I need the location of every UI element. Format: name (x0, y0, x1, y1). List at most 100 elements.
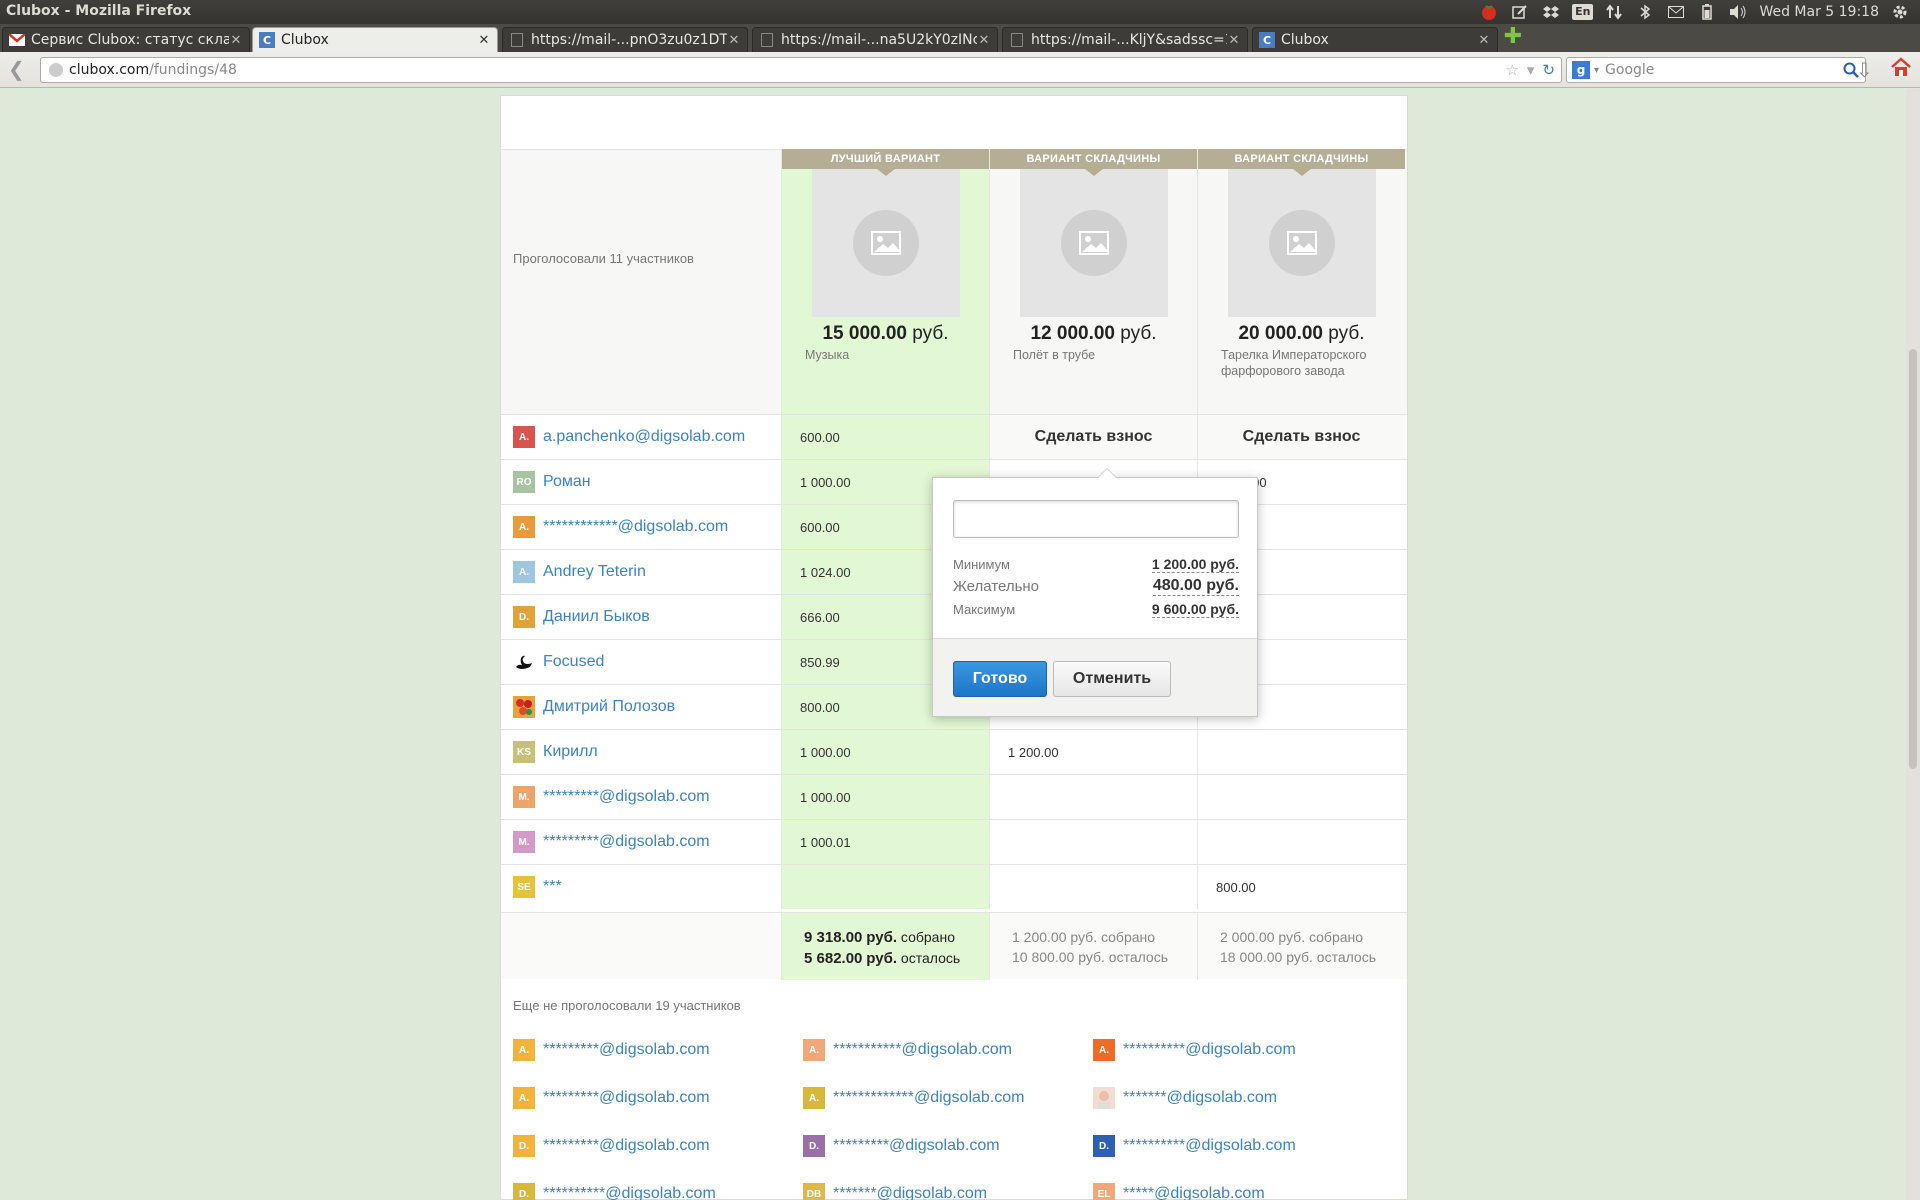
participant-name[interactable]: **********@digsolab.com (543, 1185, 716, 1200)
minimum-value[interactable]: 1 200.00 руб. (1151, 556, 1239, 573)
close-icon[interactable]: ✕ (1227, 33, 1241, 48)
mail-icon[interactable] (1666, 2, 1686, 22)
participant-name[interactable]: Даниил Быков (543, 608, 650, 626)
close-icon[interactable]: ✕ (727, 33, 741, 48)
not-voted-participant[interactable]: A. ***********@digsolab.com (803, 1039, 1012, 1061)
contribution-cell[interactable] (1197, 775, 1405, 819)
participant-name[interactable]: Кирилл (543, 743, 598, 761)
participant-name[interactable]: *********@digsolab.com (543, 833, 710, 851)
contribution-cell[interactable]: 1 000.01 (781, 820, 989, 864)
gear-icon[interactable] (1890, 2, 1910, 22)
option-image (1227, 169, 1376, 317)
contribution-cell[interactable] (1197, 820, 1405, 864)
contribution-cell[interactable] (781, 865, 989, 909)
volume-icon[interactable] (1728, 2, 1748, 22)
preferred-value[interactable]: 480.00 руб. (1152, 577, 1239, 596)
new-tab-button[interactable]: ✚ (1502, 26, 1524, 49)
option-column-3[interactable]: ВАРИАНТ СКЛАДЧИНЫ 20 000.00 руб. Тарелка… (1197, 149, 1405, 414)
google-icon[interactable]: g (1572, 61, 1590, 79)
not-voted-participant[interactable]: A. *********@digsolab.com (513, 1087, 710, 1109)
participant-name[interactable]: *** (543, 878, 562, 896)
network-icon[interactable] (1604, 2, 1624, 22)
maximum-value[interactable]: 9 600.00 руб. (1151, 601, 1239, 618)
site-identity-icon[interactable] (49, 63, 63, 77)
not-voted-participant[interactable]: A. **********@digsolab.com (1093, 1039, 1296, 1061)
download-icon[interactable]: ⇩ (1856, 58, 1873, 82)
clock[interactable]: Wed Mar 5 19:18 (1759, 4, 1879, 20)
dropdown-arrow-icon[interactable]: ▾ (1527, 61, 1535, 79)
participant-name[interactable]: Дмитрий Полозов (543, 698, 675, 716)
avatar: A. (513, 1087, 535, 1109)
bookmark-star-icon[interactable]: ☆ (1505, 61, 1518, 79)
participant-name[interactable]: *******@digsolab.com (833, 1185, 987, 1200)
not-voted-participant[interactable]: D. *********@digsolab.com (803, 1135, 1000, 1157)
tab-mail-1[interactable]: https://mail-...pnO3zu0z1DT8 ✕ (502, 27, 748, 52)
participant-name[interactable]: Andrey Teterin (543, 563, 646, 581)
participant-name[interactable]: Focused (543, 653, 604, 671)
vertical-scrollbar[interactable] (1906, 89, 1920, 1200)
contribution-cell[interactable] (989, 865, 1197, 909)
contribution-cell[interactable] (989, 820, 1197, 864)
contribute-button[interactable]: Сделать взнос (989, 415, 1197, 459)
participant-name[interactable]: *****@digsolab.com (1123, 1185, 1265, 1200)
contribution-cell[interactable]: 600.00 (781, 415, 989, 459)
close-icon[interactable]: ✕ (977, 33, 991, 48)
not-voted-participant[interactable]: D. **********@digsolab.com (1093, 1135, 1296, 1157)
not-voted-participant[interactable]: D. *********@digsolab.com (513, 1135, 710, 1157)
option-image (811, 169, 960, 317)
edit-icon[interactable] (1510, 2, 1530, 22)
chevron-down-icon[interactable]: ▾ (1594, 65, 1599, 76)
contribution-cell[interactable] (989, 775, 1197, 819)
participant-name[interactable]: *********@digsolab.com (833, 1137, 1000, 1155)
participant-name[interactable]: **********@digsolab.com (1123, 1041, 1296, 1059)
participant-name[interactable]: ***********@digsolab.com (833, 1041, 1012, 1059)
bluetooth-icon[interactable] (1635, 2, 1655, 22)
participant-name[interactable]: a.panchenko@digsolab.com (543, 428, 745, 446)
contribution-cell[interactable]: 800.00 (1197, 865, 1405, 909)
close-icon[interactable]: ✕ (477, 33, 491, 48)
close-icon[interactable]: ✕ (229, 33, 243, 48)
close-icon[interactable]: ✕ (1477, 33, 1491, 48)
tab-mail-3[interactable]: https://mail-...KljY&sadssc=1 ✕ (1002, 27, 1248, 52)
participant-name[interactable]: *********@digsolab.com (543, 1137, 710, 1155)
contribution-cell[interactable] (1197, 730, 1405, 774)
participant-name[interactable]: **********@digsolab.com (1123, 1137, 1296, 1155)
cancel-button[interactable]: Отменить (1053, 661, 1171, 697)
participant-name[interactable]: *********@digsolab.com (543, 1041, 710, 1059)
contribution-amount-input[interactable] (953, 500, 1239, 538)
participant-name[interactable]: *******@digsolab.com (1123, 1089, 1277, 1107)
tab-clubox-2[interactable]: C Clubox ✕ (1252, 27, 1498, 52)
contribution-cell[interactable]: 1 200.00 (989, 730, 1197, 774)
tomato-icon[interactable] (1479, 2, 1499, 22)
option-column-2[interactable]: ВАРИАНТ СКЛАДЧИНЫ 12 000.00 руб. Полёт в… (989, 149, 1197, 414)
not-voted-participant[interactable]: D. **********@digsolab.com (513, 1183, 716, 1200)
option-column-best[interactable]: ЛУЧШИЙ ВАРИАНТ 15 000.00 руб. Музыка (781, 149, 989, 414)
done-button[interactable]: Готово (953, 661, 1047, 697)
scrollbar-thumb[interactable] (1909, 349, 1917, 769)
battery-icon[interactable] (1697, 2, 1717, 22)
reload-icon[interactable]: ↻ (1542, 61, 1555, 79)
not-voted-participant[interactable]: *******@digsolab.com (1093, 1087, 1277, 1109)
participant-name[interactable]: Роман (543, 473, 591, 491)
home-icon[interactable] (1890, 56, 1912, 78)
tab-gmail[interactable]: Сервис Clubox: статус скла... ✕ (2, 27, 250, 52)
participant-name[interactable]: ************@digsolab.com (543, 518, 728, 536)
tab-clubox-active[interactable]: C Clubox ✕ (252, 27, 498, 52)
contribute-button[interactable]: Сделать взнос (1197, 415, 1405, 459)
tab-mail-2[interactable]: https://mail-...na5U2kY0zINc ✕ (752, 27, 998, 52)
keyboard-layout-indicator[interactable]: En (1572, 4, 1594, 20)
not-voted-participant[interactable]: A. *********@digsolab.com (513, 1039, 710, 1061)
not-voted-participant[interactable]: DB *******@digsolab.com (803, 1183, 987, 1200)
dropbox-icon[interactable] (1541, 2, 1561, 22)
back-arrow-icon[interactable]: ❮ (8, 59, 30, 81)
url-bar[interactable]: clubox.com/fundings/48 ☆ ▾ ↻ (40, 57, 1562, 83)
contribution-cell[interactable]: 1 000.00 (781, 775, 989, 819)
avatar: A. (1093, 1039, 1115, 1061)
contribution-cell[interactable]: 1 000.00 (781, 730, 989, 774)
participant-name[interactable]: *********@digsolab.com (543, 1089, 710, 1107)
participant-name[interactable]: *********@digsolab.com (543, 788, 710, 806)
search-bar[interactable]: g ▾ Google (1566, 57, 1866, 83)
participant-name[interactable]: *************@digsolab.com (833, 1089, 1024, 1107)
not-voted-participant[interactable]: EL *****@digsolab.com (1093, 1183, 1265, 1200)
not-voted-participant[interactable]: A. *************@digsolab.com (803, 1087, 1024, 1109)
